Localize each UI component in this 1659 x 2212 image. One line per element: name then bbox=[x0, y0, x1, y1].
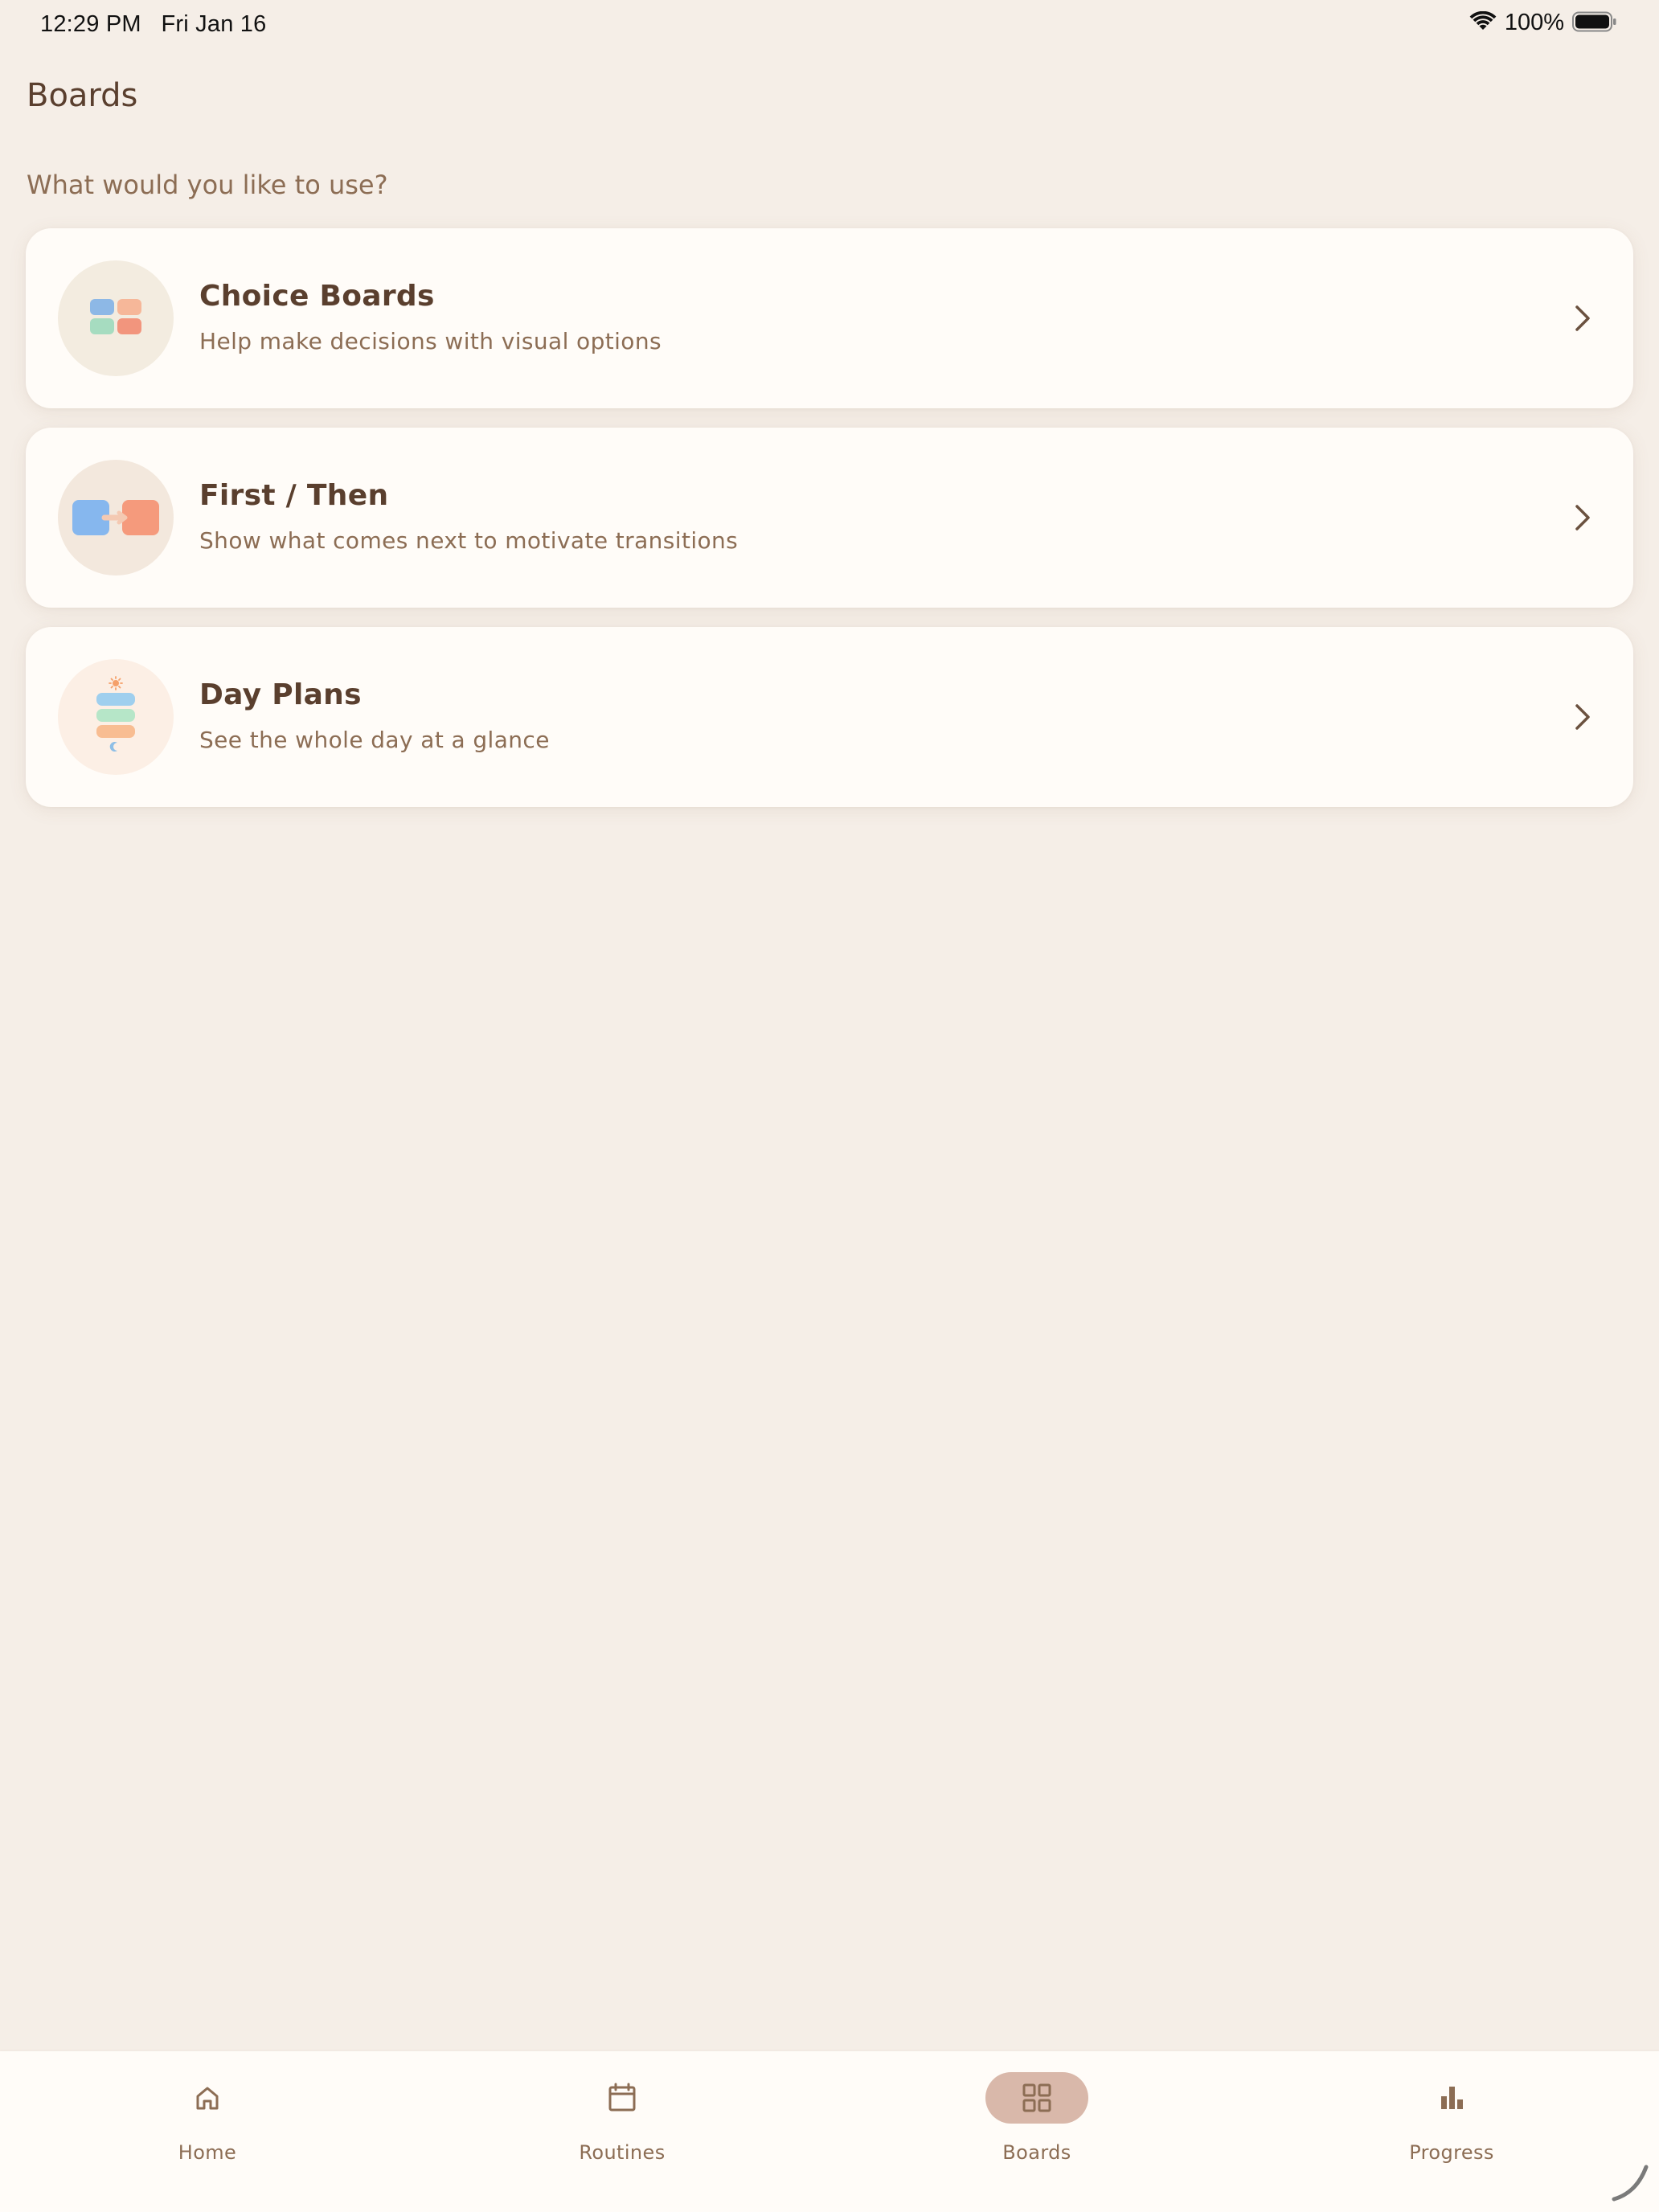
bar-chart-icon bbox=[1400, 2072, 1503, 2124]
bottom-tab-bar: Home Routines Boards Progress bbox=[0, 2051, 1659, 2212]
card-title: Day Plans bbox=[199, 678, 362, 711]
tab-label: Boards bbox=[1002, 2141, 1071, 2164]
day-plan-icon bbox=[58, 659, 174, 775]
choice-grid-icon bbox=[58, 260, 174, 376]
card-subtitle: See the whole day at a glance bbox=[199, 727, 550, 753]
day-plans-card[interactable]: Day Plans See the whole day at a glance bbox=[26, 627, 1633, 807]
battery-percent: 100% bbox=[1504, 10, 1564, 35]
tab-progress[interactable]: Progress bbox=[1331, 2051, 1572, 2212]
tab-label: Home bbox=[178, 2141, 237, 2164]
tab-label: Routines bbox=[579, 2141, 666, 2164]
status-indicators: 100% bbox=[1469, 10, 1617, 36]
page-title: Boards bbox=[27, 77, 138, 114]
home-icon bbox=[156, 2072, 259, 2124]
tab-boards[interactable]: Boards bbox=[916, 2051, 1157, 2212]
first-then-card[interactable]: First / Then Show what comes next to mot… bbox=[26, 428, 1633, 608]
card-subtitle: Show what comes next to motivate transit… bbox=[199, 527, 739, 554]
calendar-icon bbox=[571, 2072, 674, 2124]
card-subtitle: Help make decisions with visual options bbox=[199, 328, 662, 354]
home-indicator-corner bbox=[1612, 2165, 1649, 2202]
card-title: First / Then bbox=[199, 479, 389, 512]
tab-routines[interactable]: Routines bbox=[502, 2051, 743, 2212]
status-bar: 12:29 PM Fri Jan 16 100% bbox=[0, 0, 1659, 51]
battery-icon bbox=[1572, 11, 1617, 35]
chevron-right-icon bbox=[1575, 505, 1590, 530]
choice-boards-card[interactable]: Choice Boards Help make decisions with v… bbox=[26, 228, 1633, 408]
card-title: Choice Boards bbox=[199, 280, 435, 313]
grid-icon bbox=[985, 2072, 1088, 2124]
chevron-right-icon bbox=[1575, 305, 1590, 331]
chevron-right-icon bbox=[1575, 704, 1590, 730]
status-time-text: 12:29 PM bbox=[40, 11, 141, 37]
status-date-text: Fri Jan 16 bbox=[161, 11, 267, 37]
status-time: 12:29 PM Fri Jan 16 bbox=[40, 11, 266, 38]
tab-home[interactable]: Home bbox=[87, 2051, 328, 2212]
section-prompt: What would you like to use? bbox=[27, 170, 388, 200]
wifi-icon bbox=[1469, 10, 1497, 35]
first-then-icon bbox=[58, 460, 174, 576]
tab-label: Progress bbox=[1409, 2141, 1494, 2164]
